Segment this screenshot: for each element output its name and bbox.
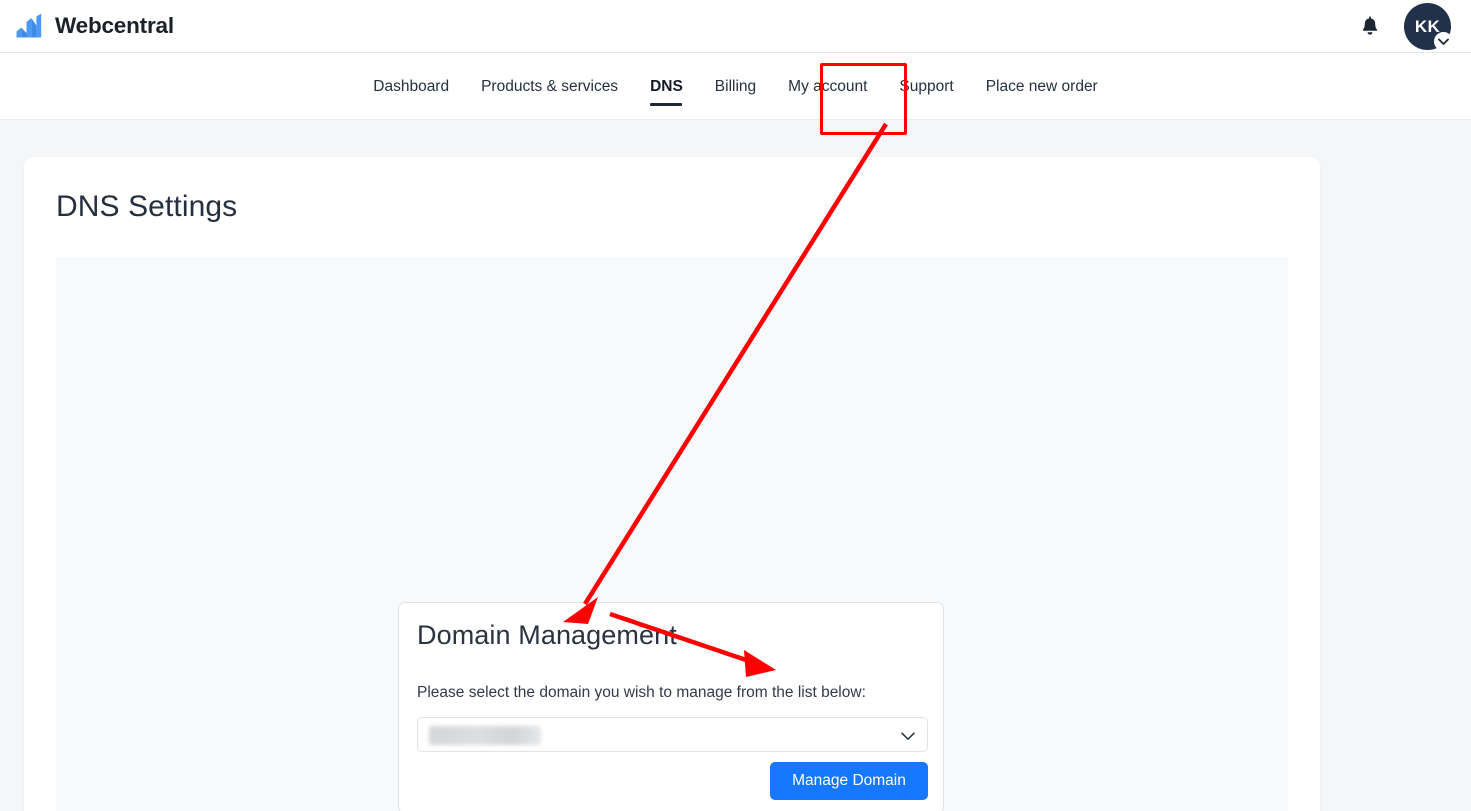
chevron-down-icon-glyph <box>901 731 915 740</box>
bell-icon[interactable] <box>1358 15 1382 39</box>
user-avatar-menu[interactable]: KK <box>1404 3 1453 51</box>
domain-select-value-redacted <box>429 726 541 745</box>
domain-management-title: Domain Management <box>417 620 677 650</box>
nav-item-products-services[interactable]: Products & services <box>465 53 634 120</box>
brand-name: Webcentral <box>55 13 174 39</box>
domain-management-description: Please select the domain you wish to man… <box>417 683 866 701</box>
chevron-down-icon <box>1434 32 1453 51</box>
nav-item-support[interactable]: Support <box>883 53 969 120</box>
nav-item-dashboard[interactable]: Dashboard <box>357 53 465 120</box>
header-actions: KK <box>1358 0 1453 53</box>
nav-item-place-new-order[interactable]: Place new order <box>970 53 1114 120</box>
domain-select[interactable] <box>417 717 928 752</box>
bell-icon-glyph <box>1362 15 1378 35</box>
webcentral-w-bars-icon <box>16 13 42 37</box>
dns-settings-card: DNS Settings Domain Management Please se… <box>24 157 1320 811</box>
nav-item-dns[interactable]: DNS <box>634 53 699 120</box>
chevron-down-icon-glyph <box>1438 38 1449 45</box>
dns-content-panel: Domain Management Please select the doma… <box>56 257 1288 811</box>
chevron-down-icon <box>901 729 915 743</box>
domain-management-dialog: Domain Management Please select the doma… <box>398 602 944 811</box>
nav-item-billing[interactable]: Billing <box>699 53 772 120</box>
nav-items-list: Dashboard Products & services DNS Billin… <box>0 53 1471 120</box>
dns-settings-page: Webcentral KK Dashboard Products & servi… <box>0 0 1471 811</box>
main-navigation: Dashboard Products & services DNS Billin… <box>0 53 1471 120</box>
nav-item-my-account[interactable]: My account <box>772 53 883 120</box>
brand-logo-link[interactable]: Webcentral <box>16 0 174 53</box>
top-header-bar: Webcentral KK <box>0 0 1471 53</box>
manage-domain-button[interactable]: Manage Domain <box>770 762 928 800</box>
page-title: DNS Settings <box>56 190 238 223</box>
